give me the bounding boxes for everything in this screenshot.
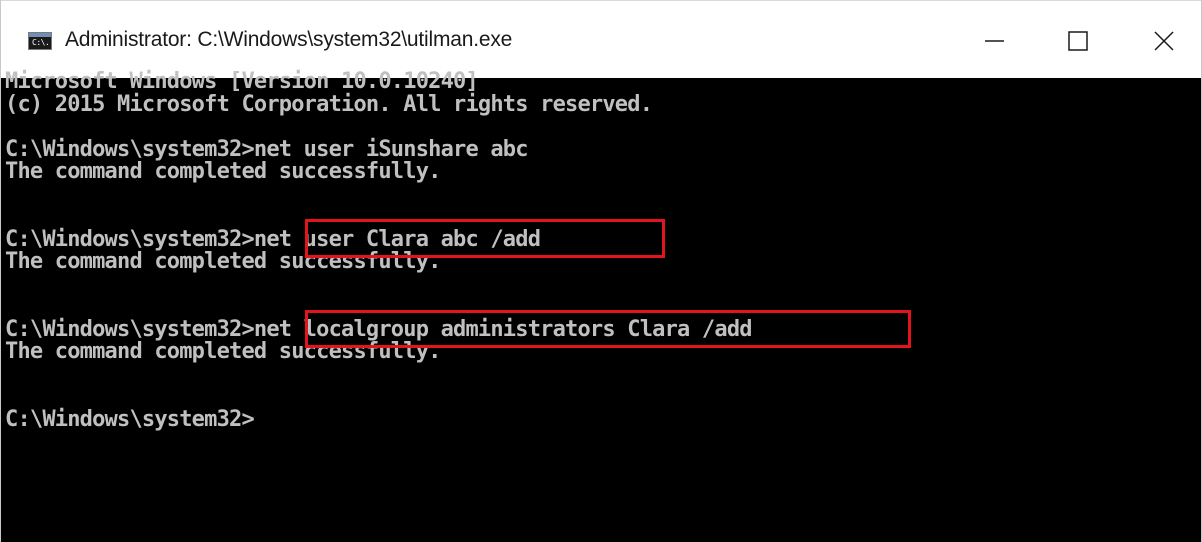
close-button[interactable] [1131,15,1195,67]
maximize-button[interactable] [1047,15,1111,67]
console-line: The command completed successfully. [5,159,441,184]
cmd-icon[interactable]: C:\. [28,32,52,50]
maximize-icon [1068,31,1088,51]
highlight-box-add-admin [305,310,911,348]
close-icon [1154,31,1174,51]
window-title: Administrator: C:\Windows\system32\utilm… [65,28,513,51]
minimize-icon [985,40,1004,42]
console-line: (c) 2015 Microsoft Corporation. All righ… [5,92,653,117]
console-window: C:\. Administrator: C:\Windows\system32\… [0,0,1202,542]
console-line: Microsoft Windows [Version 10.0.10240] [5,69,479,94]
console-prompt: C:\Windows\system32> [5,407,255,432]
title-bar[interactable]: C:\. Administrator: C:\Windows\system32\… [1,0,1201,78]
cmd-icon-text: C:\. [32,38,50,47]
minimize-button[interactable] [964,15,1028,67]
highlight-box-add-user [305,219,665,258]
console-output[interactable]: Microsoft Windows [Version 10.0.10240] (… [1,70,1201,542]
